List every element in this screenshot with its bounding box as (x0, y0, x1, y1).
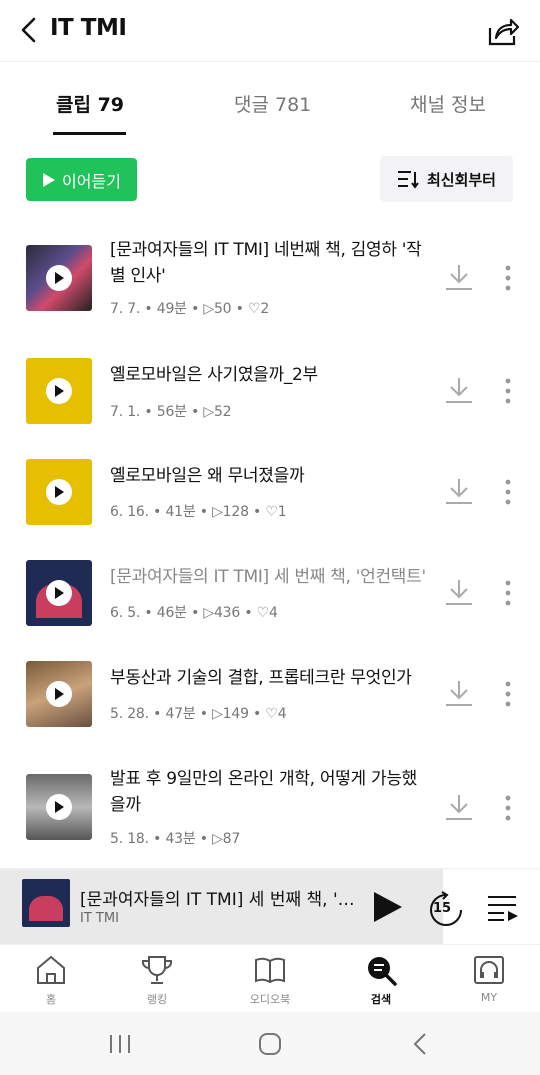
home-button-icon[interactable] (255, 1032, 285, 1056)
episode-title[interactable]: 옐로모바일은 왜 무너졌을까 (110, 463, 430, 489)
episode-meta: 6. 16. • 41분 • ▷128 • ♡1 (110, 504, 287, 520)
episode-meta: 5. 28. • 47분 • ▷149 • ♡4 (110, 706, 287, 722)
episode-thumbnail (26, 245, 92, 311)
nav-label: 검색 (370, 993, 392, 1006)
continue-listening-label: 이어듣기 (62, 171, 121, 191)
page-title: IT TMI (50, 15, 127, 41)
list-item[interactable]: 옐로모바일은 왜 무너졌을까 6. 16. • 41분 • ▷128 • ♡1 (0, 446, 540, 536)
search-icon (368, 957, 397, 986)
download-icon[interactable] (444, 476, 474, 506)
thumbnail-play-icon[interactable] (46, 580, 72, 606)
episode-meta: 6. 5. • 46분 • ▷436 • ♡4 (110, 605, 278, 621)
share-icon[interactable] (486, 14, 520, 48)
download-icon[interactable] (444, 262, 474, 292)
thumbnail-play-icon[interactable] (46, 479, 72, 505)
episode-thumbnail (26, 560, 92, 626)
trophy-icon (141, 956, 173, 984)
back-arrow-icon[interactable] (14, 14, 46, 46)
skip-seconds-label: 15 (433, 901, 452, 916)
thumbnail-play-icon[interactable] (46, 265, 72, 291)
sort-label: 최신회부터 (426, 170, 496, 189)
more-options-icon[interactable] (498, 263, 518, 293)
list-item[interactable]: 발표 후 9일만의 온라인 개학, 어떻게 가능했을까 5. 18. • 43분… (0, 762, 540, 862)
play-icon[interactable] (370, 889, 404, 925)
mini-player-title[interactable]: [문과여자들의 IT TMI] 세 번째 책, '언컨택트' (80, 885, 355, 910)
skip-forward-15-button[interactable]: 15 (427, 891, 465, 929)
top-header: IT TMI (0, 0, 540, 62)
nav-label: MY (480, 991, 498, 1004)
episode-title[interactable]: [문과여자들의 IT TMI] 네번째 책, 김영하 '작별 인사' (110, 237, 430, 289)
sort-button[interactable]: 최신회부터 (380, 156, 513, 202)
back-button-icon[interactable] (405, 1032, 435, 1056)
episode-thumbnail (26, 774, 92, 840)
thumbnail-play-icon[interactable] (46, 378, 72, 404)
nav-label: 오디오북 (249, 993, 291, 1006)
nav-item-home[interactable]: 홈 (11, 953, 91, 1007)
tab-comments[interactable]: 댓글 781 (234, 90, 311, 117)
continue-listening-button[interactable]: 이어듣기 (26, 158, 137, 201)
download-icon[interactable] (444, 375, 474, 405)
episode-meta: 7. 7. • 49분 • ▷50 • ♡2 (110, 301, 270, 317)
more-options-icon[interactable] (498, 578, 518, 608)
system-navigation-bar (0, 1012, 540, 1075)
download-icon[interactable] (444, 792, 474, 822)
nav-label: 홈 (45, 993, 57, 1006)
episode-meta: 5. 18. • 43분 • ▷87 (110, 831, 241, 847)
nav-label: 랭킹 (146, 993, 168, 1006)
list-item[interactable]: [문과여자들의 IT TMI] 세 번째 책, '언컨택트' 6. 5. • 4… (0, 547, 540, 637)
thumbnail-play-icon[interactable] (46, 794, 72, 820)
list-item[interactable]: 옐로모바일은 사기였을까_2부 7. 1. • 56분 • ▷52 (0, 345, 540, 435)
channel-tabs: 클립 79 댓글 781 채널 정보 (0, 62, 540, 138)
episode-meta: 7. 1. • 56분 • ▷52 (110, 404, 232, 420)
more-options-icon[interactable] (498, 376, 518, 406)
list-item[interactable]: 부동산과 기술의 결합, 프롭테크란 무엇인가 5. 28. • 47분 • ▷… (0, 648, 540, 738)
tab-channel-info[interactable]: 채널 정보 (410, 90, 486, 117)
home-icon (37, 955, 65, 984)
mini-player-thumbnail (22, 879, 70, 927)
episode-title[interactable]: 부동산과 기술의 결합, 프롭테크란 무엇인가 (110, 665, 430, 691)
headphones-icon (474, 956, 504, 984)
download-icon[interactable] (444, 678, 474, 708)
active-tab-indicator (53, 132, 126, 135)
more-options-icon[interactable] (498, 477, 518, 507)
recent-apps-icon[interactable] (105, 1032, 135, 1056)
sort-icon (397, 171, 419, 189)
nav-item-search[interactable]: 검색 (341, 953, 421, 1007)
playlist-icon[interactable] (486, 891, 520, 923)
nav-item-my[interactable]: MY (449, 953, 529, 1004)
thumbnail-play-icon[interactable] (46, 681, 72, 707)
nav-item-audiobook[interactable]: 오디오북 (230, 953, 310, 1007)
episode-thumbnail (26, 358, 92, 424)
episode-thumbnail (26, 661, 92, 727)
mini-player[interactable]: [문과여자들의 IT TMI] 세 번째 책, '언컨택트' IT TMI 15 (0, 868, 540, 944)
play-icon (43, 172, 56, 187)
more-options-icon[interactable] (498, 679, 518, 709)
bottom-navigation: 홈 랭킹 오디오북 검색 MY (0, 944, 540, 1012)
episode-thumbnail (26, 459, 92, 525)
book-icon (255, 957, 285, 984)
mini-player-channel: IT TMI (80, 911, 119, 926)
list-item[interactable]: [문과여자들의 IT TMI] 네번째 책, 김영하 '작별 인사' 7. 7.… (0, 232, 540, 322)
thumbnail-art (29, 896, 63, 921)
episode-title[interactable]: 옐로모바일은 사기였을까_2부 (110, 362, 430, 388)
nav-item-ranking[interactable]: 랭킹 (117, 953, 197, 1007)
episode-title[interactable]: [문과여자들의 IT TMI] 세 번째 책, '언컨택트' (110, 564, 430, 590)
more-options-icon[interactable] (498, 793, 518, 823)
episode-title[interactable]: 발표 후 9일만의 온라인 개학, 어떻게 가능했을까 (110, 766, 430, 818)
download-icon[interactable] (444, 577, 474, 607)
tab-clips[interactable]: 클립 79 (56, 90, 124, 117)
